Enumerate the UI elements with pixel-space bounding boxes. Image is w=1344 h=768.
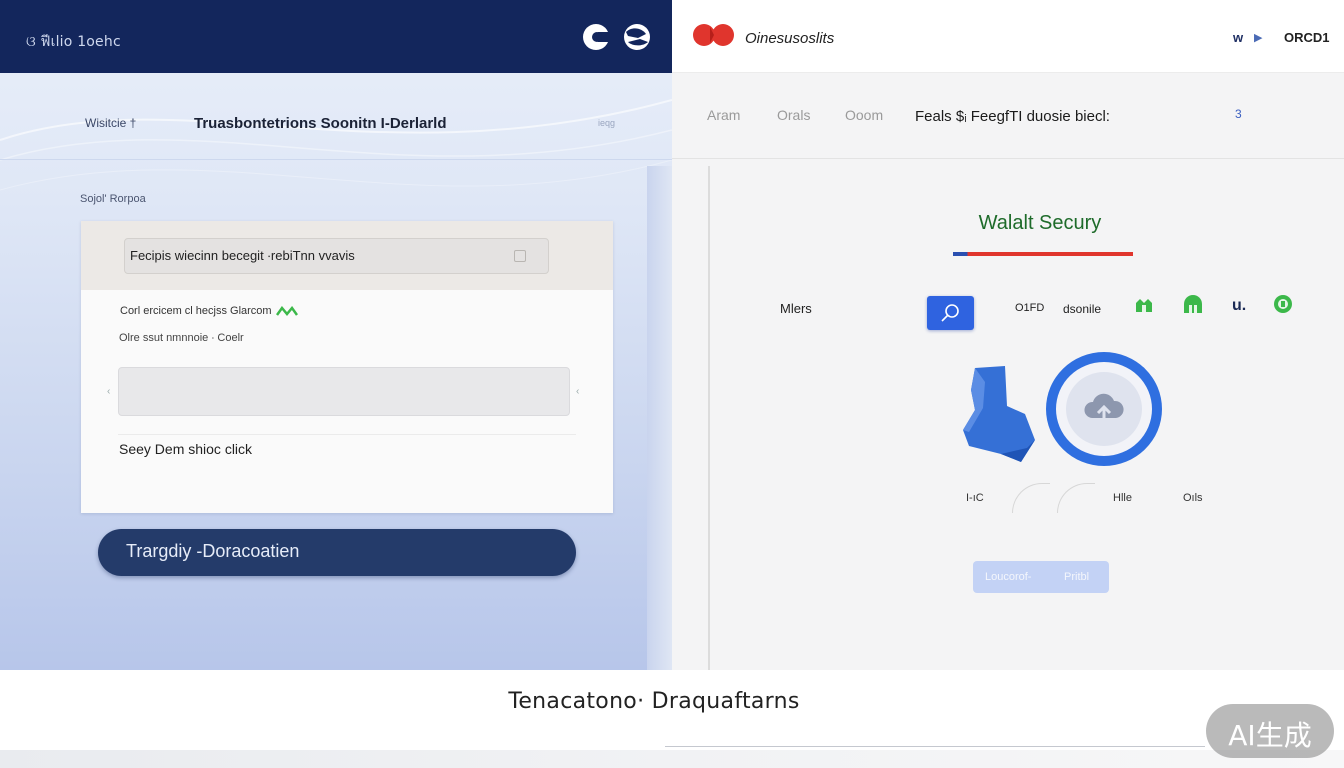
image-caption: Tenacatono· Draquaftarns — [508, 689, 800, 714]
pane-edge — [647, 166, 672, 670]
green-dome-icon[interactable] — [1180, 292, 1206, 318]
cloud-upload-icon — [1084, 393, 1124, 422]
arc-divider — [1012, 483, 1050, 513]
caption-underline — [665, 746, 1205, 747]
left-pane: ଓ ฟีเlio ⁠1oehc Wisitcie † Truasbontetri… — [0, 0, 672, 670]
next-arrow-icon[interactable]: ‹ — [576, 386, 579, 397]
search-input-text: Fecipis wiecinn becegit ∙rebiTnn vvavis — [130, 248, 355, 263]
cloud-security-ring[interactable] — [1046, 352, 1162, 466]
wallet-title: Walalt Secury — [978, 212, 1102, 234]
ai-watermark: AI生成 — [1206, 704, 1334, 758]
card-info-text: Corl ercicem cl hecjss Glarcom — [120, 305, 272, 317]
wallet-hand-icon — [963, 366, 1035, 462]
vertical-divider — [708, 166, 710, 670]
green-shield-icon[interactable] — [1131, 292, 1157, 318]
left-sub-nav: Wisitcie † Truasbontetrions Soonitn I-De… — [0, 73, 672, 160]
search-input[interactable]: Fecipis wiecinn becegit ∙rebiTnn vvavis — [124, 238, 549, 274]
card-header: Fecipis wiecinn becegit ∙rebiTnn vvavis — [81, 221, 613, 290]
brand-name: Oinesusoslits — [745, 30, 835, 47]
page-heading: Truasbontetrions Soonitn I-Derlarld — [194, 115, 447, 132]
primary-action-button[interactable]: Trargdiy -Doracoatien — [98, 529, 576, 576]
user-arrow-icon[interactable]: ▶ — [1254, 31, 1262, 44]
bottom-strip — [0, 750, 1344, 768]
cs-logo-icon[interactable] — [580, 20, 654, 54]
title-underline — [953, 252, 1133, 256]
search-icon — [941, 304, 959, 322]
amount-input[interactable] — [118, 367, 570, 416]
card-sub-line: Olre ssut nmnnoie ∙ Coelr — [119, 332, 244, 344]
tab-aram[interactable]: Aram — [707, 107, 740, 123]
watermark-text: AI生成 — [1228, 719, 1312, 752]
card-info-line: Corl ercicem cl hecjss Glarcom — [120, 305, 298, 317]
right-tab-bar: Aram Orals Ooom Feals $ᵢ FeegfTI duosie … — [672, 73, 1344, 159]
primary-action-label: Trargdiy -Doracoatien — [126, 541, 300, 561]
toggle-pill[interactable]: Loucorof- Pritbl — [973, 561, 1109, 593]
ring-inner — [1066, 372, 1142, 446]
caption-middle: Hlle — [1113, 492, 1132, 504]
divider — [118, 434, 576, 435]
u-label: u. — [1232, 297, 1247, 314]
green-wave-icon — [275, 306, 298, 316]
green-badge-icon[interactable] — [1271, 292, 1295, 316]
caption-right: Oıls — [1183, 492, 1203, 504]
section-label: Sojol' Rorpoa — [80, 193, 146, 205]
caption-left: I-ıC — [966, 492, 984, 504]
hint-text: Seey Dem shioc click — [119, 441, 253, 457]
brand-logo-icon[interactable] — [690, 22, 738, 48]
tab-orals[interactable]: Orals — [777, 107, 810, 123]
tab-ooom[interactable]: Ooom — [845, 107, 883, 123]
corner-link[interactable]: ieqg — [598, 118, 615, 128]
screen: ଓ ฟีเlio ⁠1oehc Wisitcie † Truasbontetri… — [0, 0, 1344, 768]
pill-left-label[interactable]: Loucorof- — [985, 571, 1031, 583]
tab-count: 3 — [1235, 107, 1242, 121]
tab-active[interactable]: Feals $ᵢ FeegfTI duosie biecl: — [915, 108, 1110, 125]
prev-arrow-icon[interactable]: ‹ — [107, 386, 110, 397]
arc-divider — [1057, 483, 1095, 513]
option-mode: dsonile — [1063, 302, 1102, 316]
form-card: Fecipis wiecinn becegit ∙rebiTnn vvavis … — [81, 221, 613, 513]
nav-link[interactable]: Wisitcie † — [85, 116, 136, 130]
clear-icon[interactable] — [514, 250, 526, 262]
right-top-bar: Oinesusoslits w ▶ ORCD1 — [672, 0, 1344, 73]
left-app-title: ଓ ฟีเlio ⁠1oehc — [26, 34, 121, 50]
search-button[interactable] — [927, 296, 974, 330]
left-top-bar: ଓ ฟีเlio ⁠1oehc — [0, 0, 672, 73]
user-menu[interactable]: w — [1233, 30, 1243, 45]
caption-strip: Tenacatono· Draquaftarns — [0, 670, 1344, 750]
option-label: Mlers — [780, 301, 812, 316]
pill-right-label[interactable]: Pritbl — [1064, 571, 1089, 583]
right-pane: Oinesusoslits w ▶ ORCD1 Aram Orals Ooom … — [672, 0, 1344, 670]
order-link[interactable]: ORCD1 — [1284, 30, 1330, 45]
option-code: O1FD — [1015, 302, 1045, 314]
